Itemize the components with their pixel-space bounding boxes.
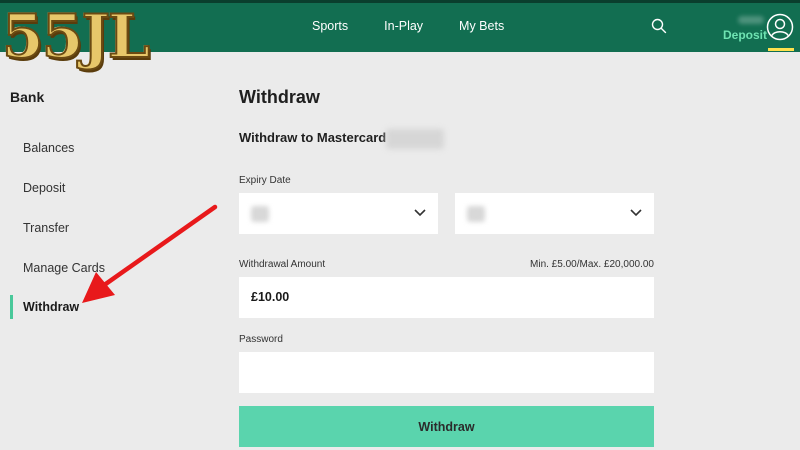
blurred-month-value xyxy=(251,206,269,222)
withdrawal-amount-input[interactable]: £10.00 xyxy=(239,277,654,318)
withdrawal-amount-label: Withdrawal Amount xyxy=(239,259,326,270)
nav-my-bets[interactable]: My Bets xyxy=(459,19,504,33)
chevron-down-icon xyxy=(414,209,426,217)
page-title: Withdraw xyxy=(239,87,320,107)
password-input[interactable] xyxy=(239,352,654,393)
password-label: Password xyxy=(239,334,283,345)
nav-in-play[interactable]: In-Play xyxy=(384,19,423,33)
sidebar-item-balances[interactable]: Balances xyxy=(23,141,74,155)
logo-text: 55JL xyxy=(1,2,151,72)
sidebar-item-deposit[interactable]: Deposit xyxy=(23,181,65,195)
main-nav: Sports In-Play My Bets xyxy=(312,0,540,52)
sidebar-item-transfer[interactable]: Transfer xyxy=(23,221,69,235)
blurred-card-number xyxy=(386,129,444,149)
nav-sports[interactable]: Sports xyxy=(312,19,348,33)
sidebar-active-indicator xyxy=(10,295,13,319)
annotation-arrow-icon xyxy=(82,204,218,303)
expiry-date-label: Expiry Date xyxy=(239,175,291,186)
account-active-underline xyxy=(768,48,794,51)
withdraw-destination-title: Withdraw to Mastercard xyxy=(239,130,387,145)
blurred-year-value xyxy=(467,206,485,222)
header-deposit-link[interactable]: Deposit xyxy=(723,28,767,42)
blurred-username xyxy=(738,16,764,24)
chevron-down-icon xyxy=(630,209,642,217)
search-icon[interactable] xyxy=(651,18,667,34)
expiry-month-select[interactable] xyxy=(239,193,438,234)
account-icon[interactable] xyxy=(766,13,794,41)
withdraw-button[interactable]: Withdraw xyxy=(239,406,654,447)
withdrawal-amount-value: £10.00 xyxy=(251,290,290,304)
sidebar-title: Bank xyxy=(10,89,45,105)
expiry-year-select[interactable] xyxy=(455,193,654,234)
brand-logo[interactable]: 55JL xyxy=(1,2,152,72)
amount-limits-text: Min. £5.00/Max. £20,000.00 xyxy=(530,259,654,270)
